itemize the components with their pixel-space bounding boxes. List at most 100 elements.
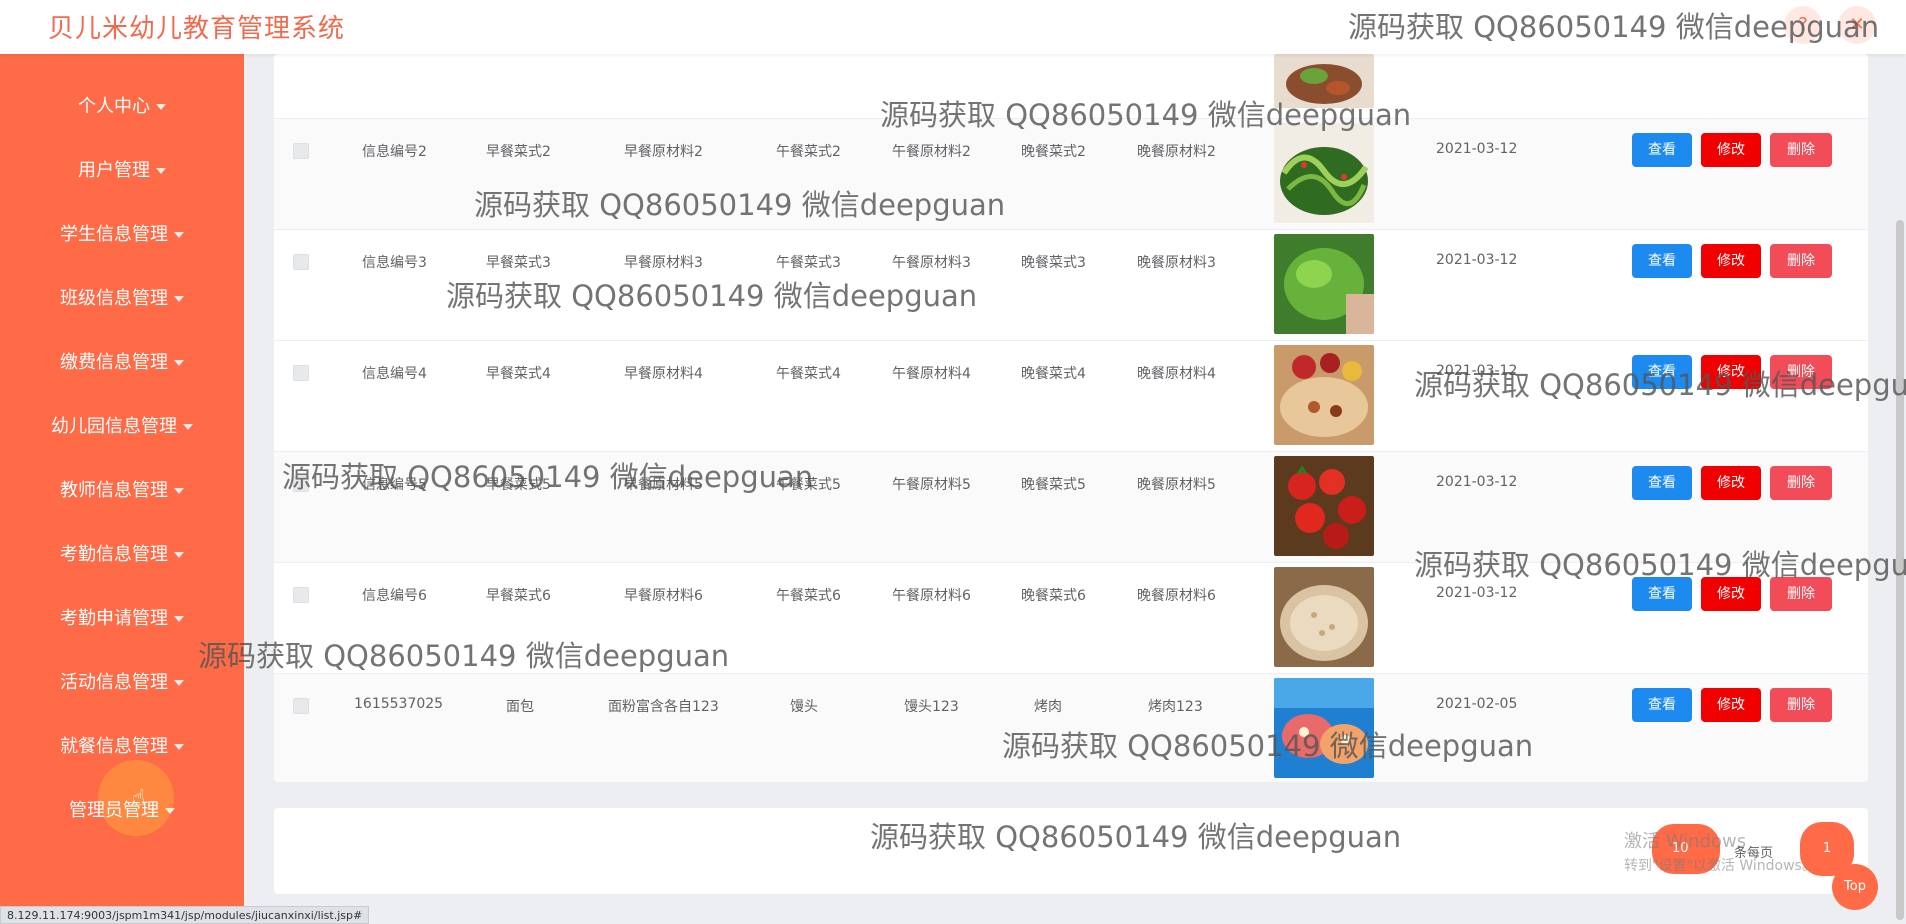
cell-date: 2021-03-12 [1436,252,1518,268]
cell-dinner: 晚餐菜式6 [1021,588,1086,604]
cell-lunch-material: 午餐原材料3 [892,255,971,271]
view-button[interactable]: 查看 [1632,355,1692,389]
caret-down-icon [174,488,184,494]
food-thumbnail [1274,678,1374,778]
edit-button[interactable]: 修改 [1701,577,1761,611]
view-button[interactable]: 查看 [1632,466,1692,500]
sidebar-item-personal-center[interactable]: 个人中心 [0,87,244,127]
sidebar-item-admin-management[interactable]: 管理员管理 [0,791,244,831]
cell-id: 信息编号2 [362,144,427,160]
sidebar-item-payment-info[interactable]: 缴费信息管理 [0,343,244,383]
back-to-top-button[interactable]: Top [1832,864,1878,910]
row-checkbox[interactable] [293,587,309,603]
cell-lunch: 午餐菜式4 [776,366,841,382]
windows-activation-notice: 激活 Windows 转到"设置"以激活 Windows。 [1624,830,1816,878]
close-icon[interactable]: ✕ [1838,6,1876,44]
sidebar-item-label: 用户管理 [78,160,150,181]
table-row: 信息编号3 早餐菜式3 早餐原材料3 午餐菜式3 午餐原材料3 晚餐菜式3 晚餐… [274,230,1868,341]
view-button[interactable]: 查看 [1632,133,1692,167]
edit-button[interactable]: 修改 [1701,688,1761,722]
cell-dinner: 晚餐菜式3 [1021,255,1086,271]
cell-date: 2021-03-12 [1436,141,1518,157]
row-checkbox[interactable] [293,254,309,270]
top-bar: 贝儿米幼儿教育管理系统 ? ✕ [0,0,1906,54]
edit-button[interactable]: 修改 [1701,355,1761,389]
row-checkbox[interactable] [293,365,309,381]
cell-date: 2021-03-12 [1436,474,1518,490]
sidebar-item-attendance-request[interactable]: 考勤申请管理 [0,599,244,639]
edit-button[interactable]: 修改 [1701,244,1761,278]
cell-lunch: 午餐菜式6 [776,588,841,604]
cell-breakfast-material: 早餐原材料4 [624,366,703,382]
cell-lunch-material: 午餐原材料6 [892,588,971,604]
sidebar-item-kindergarten-info[interactable]: 幼儿园信息管理 [0,407,244,447]
sidebar-item-label: 活动信息管理 [60,672,168,693]
cell-breakfast: 早餐菜式3 [486,255,551,271]
row-checkbox[interactable] [293,476,309,492]
caret-down-icon [165,808,175,814]
sidebar-item-label: 管理员管理 [69,800,159,821]
caret-down-icon [174,232,184,238]
activation-line2: 转到"设置"以激活 Windows。 [1624,858,1816,874]
sidebar-item-label: 缴费信息管理 [60,352,168,373]
row-checkbox[interactable] [293,143,309,159]
sidebar: 个人中心 用户管理 学生信息管理 班级信息管理 缴费信息管理 幼儿园信息管理 教… [0,54,244,924]
row-checkbox[interactable] [293,698,309,714]
delete-button[interactable]: 删除 [1770,355,1832,389]
sidebar-item-class-info[interactable]: 班级信息管理 [0,279,244,319]
cell-breakfast-material: 早餐原材料5 [624,477,703,493]
question-icon[interactable]: ? [1784,6,1822,44]
edit-button[interactable]: 修改 [1701,133,1761,167]
delete-button[interactable]: 删除 [1770,244,1832,278]
table-row: 1615537025 面包 面粉富含各自123 馒头 馒头123 烤肉 烤肉12… [274,674,1868,782]
cell-breakfast-material: 早餐原材料3 [624,255,703,271]
view-button[interactable]: 查看 [1632,577,1692,611]
cell-lunch: 馒头 [790,699,818,715]
food-thumbnail [1274,345,1374,445]
table-row: 信息编号6 早餐菜式6 早餐原材料6 午餐菜式6 午餐原材料6 晚餐菜式6 晚餐… [274,563,1868,674]
edit-button[interactable]: 修改 [1701,466,1761,500]
cell-breakfast: 早餐菜式2 [486,144,551,160]
cell-lunch-material: 馒头123 [904,699,959,715]
cell-date: 2021-03-12 [1436,363,1518,379]
cell-breakfast: 早餐菜式6 [486,588,551,604]
view-button[interactable]: 查看 [1632,688,1692,722]
cell-id: 信息编号5 [362,477,427,493]
view-button[interactable]: 查看 [1632,244,1692,278]
sidebar-item-label: 考勤信息管理 [60,544,168,565]
sidebar-item-student-info[interactable]: 学生信息管理 [0,215,244,255]
cell-lunch-material: 午餐原材料4 [892,366,971,382]
cell-lunch-material: 午餐原材料2 [892,144,971,160]
vertical-scrollbar[interactable] [1896,220,1904,920]
delete-button[interactable]: 删除 [1770,133,1832,167]
caret-down-icon [174,680,184,686]
caret-down-icon [174,296,184,302]
sidebar-item-label: 个人中心 [78,96,150,117]
delete-button[interactable]: 删除 [1770,466,1832,500]
sidebar-item-dining-info[interactable]: 就餐信息管理 [0,727,244,767]
delete-button[interactable]: 删除 [1770,688,1832,722]
cell-id: 信息编号3 [362,255,427,271]
sidebar-item-activity-info[interactable]: 活动信息管理 [0,663,244,703]
cell-lunch: 午餐菜式5 [776,477,841,493]
table-row: 信息编号4 早餐菜式4 早餐原材料4 午餐菜式4 午餐原材料4 晚餐菜式4 晚餐… [274,341,1868,452]
app-title: 贝儿米幼儿教育管理系统 [48,14,346,44]
activation-line1: 激活 Windows [1624,831,1747,852]
dining-info-table: 信息编号2 早餐菜式2 早餐原材料2 午餐菜式2 午餐原材料2 晚餐菜式2 晚餐… [274,54,1868,782]
cell-lunch-material: 午餐原材料5 [892,477,971,493]
cell-date: 2021-03-12 [1436,585,1518,601]
cell-lunch: 午餐菜式3 [776,255,841,271]
sidebar-item-user-management[interactable]: 用户管理 [0,151,244,191]
sidebar-item-attendance-info[interactable]: 考勤信息管理 [0,535,244,575]
caret-down-icon [174,744,184,750]
cell-lunch: 午餐菜式2 [776,144,841,160]
cell-dinner: 晚餐菜式2 [1021,144,1086,160]
cell-breakfast-material: 面粉富含各自123 [608,699,719,715]
sidebar-item-label: 就餐信息管理 [60,736,168,757]
cell-dinner-material: 晚餐原材料5 [1137,477,1216,493]
table-row [274,54,1868,119]
sidebar-item-teacher-info[interactable]: 教师信息管理 [0,471,244,511]
delete-button[interactable]: 删除 [1770,577,1832,611]
main-content: 信息编号2 早餐菜式2 早餐原材料2 午餐菜式2 午餐原材料2 晚餐菜式2 晚餐… [244,54,1906,924]
cell-id: 1615537025 [354,696,444,712]
